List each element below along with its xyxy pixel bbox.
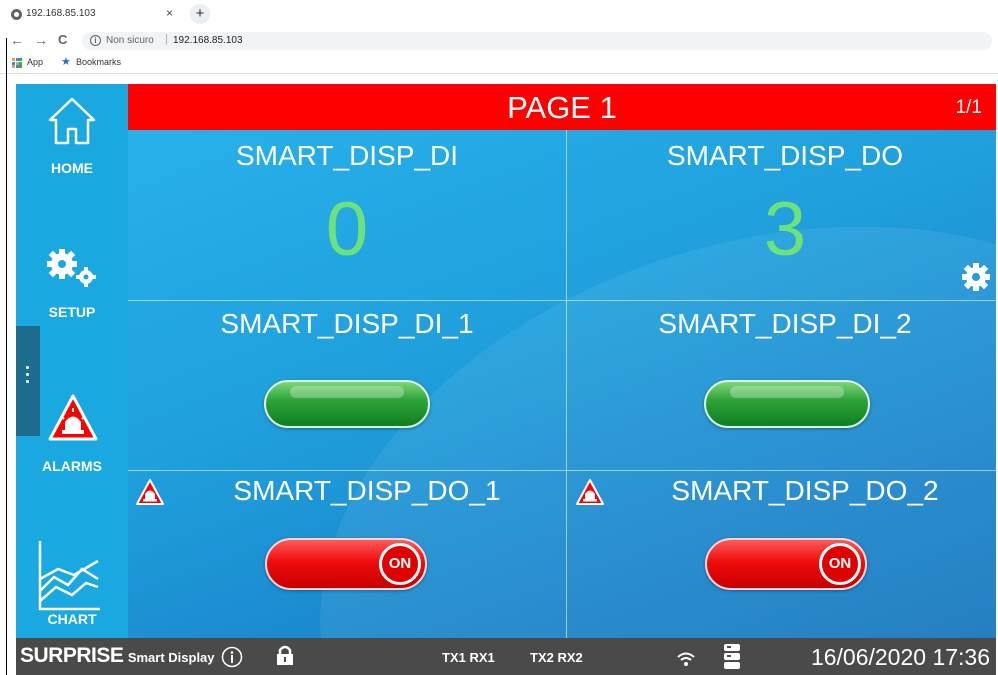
info-icon[interactable]: i bbox=[90, 35, 101, 46]
sidebar-item-setup[interactable]: SETUP bbox=[16, 244, 128, 322]
alarm-icon bbox=[48, 394, 98, 441]
numeric-value: 3 bbox=[763, 187, 807, 272]
close-tab-button[interactable]: × bbox=[166, 7, 173, 19]
cell-smart-disp-do-2: SMART_DISP_DO_2 ON bbox=[566, 471, 996, 638]
cell-smart-disp-di: SMART_DISP_DI 0 bbox=[128, 130, 566, 300]
sidebar-label-setup: SETUP bbox=[48, 304, 96, 320]
numeric-value: 0 bbox=[325, 187, 369, 272]
sidebar-item-home[interactable]: HOME bbox=[16, 92, 128, 182]
sidebar: HOME SETUP ALARMS CHART bbox=[16, 84, 128, 638]
database-icon bbox=[724, 644, 740, 669]
url-input[interactable]: i Non sicuro | 192.168.85.103 bbox=[82, 32, 992, 50]
smart-display: HOME SETUP ALARMS CHART PAGE 1 1/1 SMART… bbox=[16, 84, 996, 675]
bookmarks-link[interactable]: Bookmarks bbox=[76, 57, 121, 67]
browser-tab-strip: 192.168.85.103 × + bbox=[0, 0, 998, 30]
new-tab-button[interactable]: + bbox=[190, 4, 210, 24]
cell-smart-disp-do-1: SMART_DISP_DO_1 ON bbox=[128, 471, 566, 638]
sidebar-item-alarms[interactable]: ALARMS bbox=[16, 392, 128, 476]
cell-smart-disp-di-2: SMART_DISP_DI_2 bbox=[566, 301, 996, 470]
home-icon bbox=[48, 97, 96, 145]
more-dots-icon bbox=[26, 366, 30, 387]
cell-label: SMART_DISP_DO bbox=[667, 140, 903, 171]
window-edge bbox=[6, 38, 7, 675]
wifi-icon bbox=[677, 652, 695, 666]
status-indicator-green bbox=[704, 380, 870, 428]
tab-title: 192.168.85.103 bbox=[26, 8, 96, 19]
cell-label: SMART_DISP_DO_1 bbox=[233, 475, 501, 506]
cell-label: SMART_DISP_DI_1 bbox=[220, 308, 474, 339]
brand-logo: SURPRISE Smart Display bbox=[20, 644, 215, 668]
cell-smart-disp-di-1: SMART_DISP_DI_1 bbox=[128, 301, 566, 470]
cell-label: SMART_DISP_DO_2 bbox=[671, 475, 939, 506]
info-icon[interactable] bbox=[221, 646, 243, 668]
page-title: PAGE 1 bbox=[507, 90, 617, 125]
cell-smart-disp-do: SMART_DISP_DO 3 bbox=[566, 130, 996, 300]
status-indicator-green bbox=[264, 380, 430, 428]
on-off-toggle[interactable]: ON bbox=[705, 538, 867, 590]
forward-button[interactable]: → bbox=[34, 32, 48, 48]
reload-button[interactable]: C bbox=[58, 32, 67, 48]
sidebar-label-chart: CHART bbox=[47, 611, 97, 627]
gears-icon bbox=[47, 249, 96, 287]
security-status: Non sicuro bbox=[106, 35, 154, 46]
url-separator: | bbox=[165, 33, 168, 45]
chart-icon bbox=[38, 541, 100, 611]
toggle-knob: ON bbox=[819, 543, 861, 585]
sidebar-label-home: HOME bbox=[51, 160, 93, 176]
page-header: PAGE 1 1/1 bbox=[128, 84, 996, 130]
star-icon: ★ bbox=[61, 56, 71, 68]
lock-icon[interactable] bbox=[275, 644, 295, 666]
on-off-toggle[interactable]: ON bbox=[265, 538, 427, 590]
sidebar-item-chart[interactable]: CHART bbox=[16, 539, 128, 635]
toggle-knob: ON bbox=[379, 543, 421, 585]
address-bar: ← → C i Non sicuro | 192.168.85.103 bbox=[0, 30, 998, 52]
url-text[interactable]: 192.168.85.103 bbox=[173, 35, 243, 46]
tx1-rx1-status: TX1 RX1 bbox=[442, 650, 495, 665]
tx2-rx2-status: TX2 RX2 bbox=[530, 650, 583, 665]
cell-label: SMART_DISP_DI_2 bbox=[658, 308, 912, 339]
status-bar: SURPRISE Smart Display TX1 RX1 TX2 RX2 1… bbox=[16, 638, 996, 675]
sidebar-label-alarms: ALARMS bbox=[42, 458, 102, 474]
main-panel: PAGE 1 1/1 SMART_DISP_DI 0 SMART_DISP_DO… bbox=[128, 84, 996, 638]
cell-label: SMART_DISP_DI bbox=[236, 140, 458, 171]
globe-icon bbox=[11, 9, 22, 20]
browser-tab[interactable]: 192.168.85.103 × bbox=[0, 0, 182, 30]
brand-name: SURPRISE bbox=[20, 644, 124, 667]
date-time: 16/06/2020 17:36 bbox=[810, 644, 990, 670]
apps-grid-icon[interactable] bbox=[12, 58, 22, 68]
gear-icon[interactable] bbox=[961, 262, 991, 292]
brand-subtitle: Smart Display bbox=[127, 650, 215, 665]
page-count: 1/1 bbox=[955, 97, 982, 118]
apps-link[interactable]: App bbox=[27, 57, 43, 67]
bookmarks-bar: App ★ Bookmarks bbox=[0, 52, 998, 74]
back-button[interactable]: ← bbox=[10, 32, 24, 48]
